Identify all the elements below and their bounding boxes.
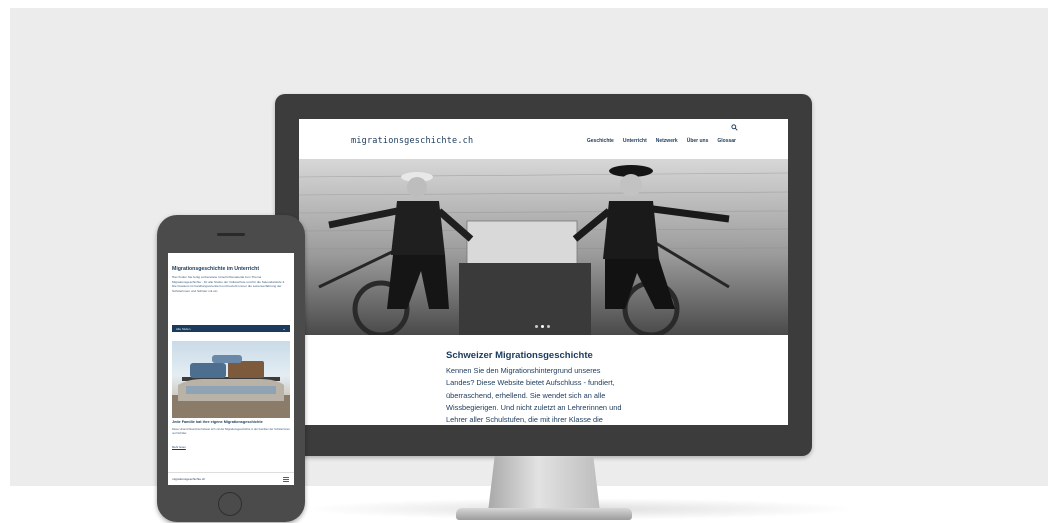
slider-dots — [535, 325, 550, 328]
slider-dot-1[interactable] — [535, 325, 538, 328]
mobile-footer: migrationsgeschichte.ch — [168, 472, 294, 485]
chevron-down-icon: ⌄ — [282, 325, 286, 331]
intro-line-3: überraschend, erhellend. Sie wendet sich… — [446, 390, 606, 400]
hero-photo — [299, 159, 788, 335]
monitor-stand-base — [456, 508, 632, 520]
intro-heading: Schweizer Migrationsgeschichte — [446, 350, 593, 361]
mobile-screen: Migrationsgeschichte im Unterricht Hier … — [168, 253, 294, 485]
intro-line-4: Wissbegierigen. Und nicht zuletzt an Leh… — [446, 402, 622, 412]
desktop-monitor: migrationsgeschichte.ch Geschichte Unter… — [275, 94, 812, 456]
search-icon[interactable] — [731, 124, 738, 131]
family-car-illustration — [172, 355, 290, 418]
hero-photo-illustration — [299, 165, 788, 335]
intro-text: Kennen Sie den Migrationshintergrund uns… — [446, 365, 646, 425]
slider-dot-2[interactable] — [541, 325, 544, 328]
level-filter-select[interactable]: Alle Stufen ⌄ — [172, 325, 290, 332]
monitor-stand-neck — [488, 456, 600, 512]
site-logo[interactable]: migrationsgeschichte.ch — [351, 136, 473, 146]
family-car-photo[interactable] — [172, 341, 290, 418]
card-title[interactable]: Jede Familie hat ihre eigene Migrationsg… — [172, 420, 292, 424]
mobile-title: Migrationsgeschichte im Unterricht — [172, 266, 260, 272]
nav-item-glossar[interactable]: Glossar — [717, 138, 736, 144]
phone-home-button[interactable] — [218, 492, 242, 516]
mobile-footer-logo[interactable]: migrationsgeschichte.ch — [172, 477, 205, 481]
mobile-phone: Migrationsgeschichte im Unterricht Hier … — [157, 215, 305, 522]
card-text: Diese Unterrichtseinheit befasst sich mi… — [172, 428, 290, 435]
slider-dot-3[interactable] — [547, 325, 550, 328]
nav-item-netzwerk[interactable]: Netzwerk — [656, 138, 678, 144]
level-filter-label: Alle Stufen — [176, 326, 191, 331]
nav-item-ueber-uns[interactable]: Über uns — [687, 138, 709, 144]
site-header: migrationsgeschichte.ch Geschichte Unter… — [299, 119, 788, 159]
intro-line-1: Kennen Sie den Migrationshintergrund uns… — [446, 366, 601, 375]
desktop-screen: migrationsgeschichte.ch Geschichte Unter… — [299, 119, 788, 425]
nav-item-geschichte[interactable]: Geschichte — [587, 138, 614, 144]
mobile-intro: Hier finden Sie fertig vorbereitete Unte… — [172, 275, 286, 293]
card-read-more-link[interactable]: Mehr lesen — [172, 445, 186, 449]
intro-line-5: Lehrer aller Schulstufen, die mit ihrer … — [446, 415, 603, 425]
intro-section: Schweizer Migrationsgeschichte Kennen Si… — [446, 350, 646, 425]
phone-speaker — [217, 233, 245, 236]
hamburger-menu-icon[interactable] — [283, 477, 289, 482]
nav-item-unterricht[interactable]: Unterricht — [623, 138, 647, 144]
main-nav: Geschichte Unterricht Netzwerk Über uns … — [587, 138, 736, 144]
intro-line-2: Landes? Diese Website bietet Aufschluss … — [446, 378, 615, 388]
